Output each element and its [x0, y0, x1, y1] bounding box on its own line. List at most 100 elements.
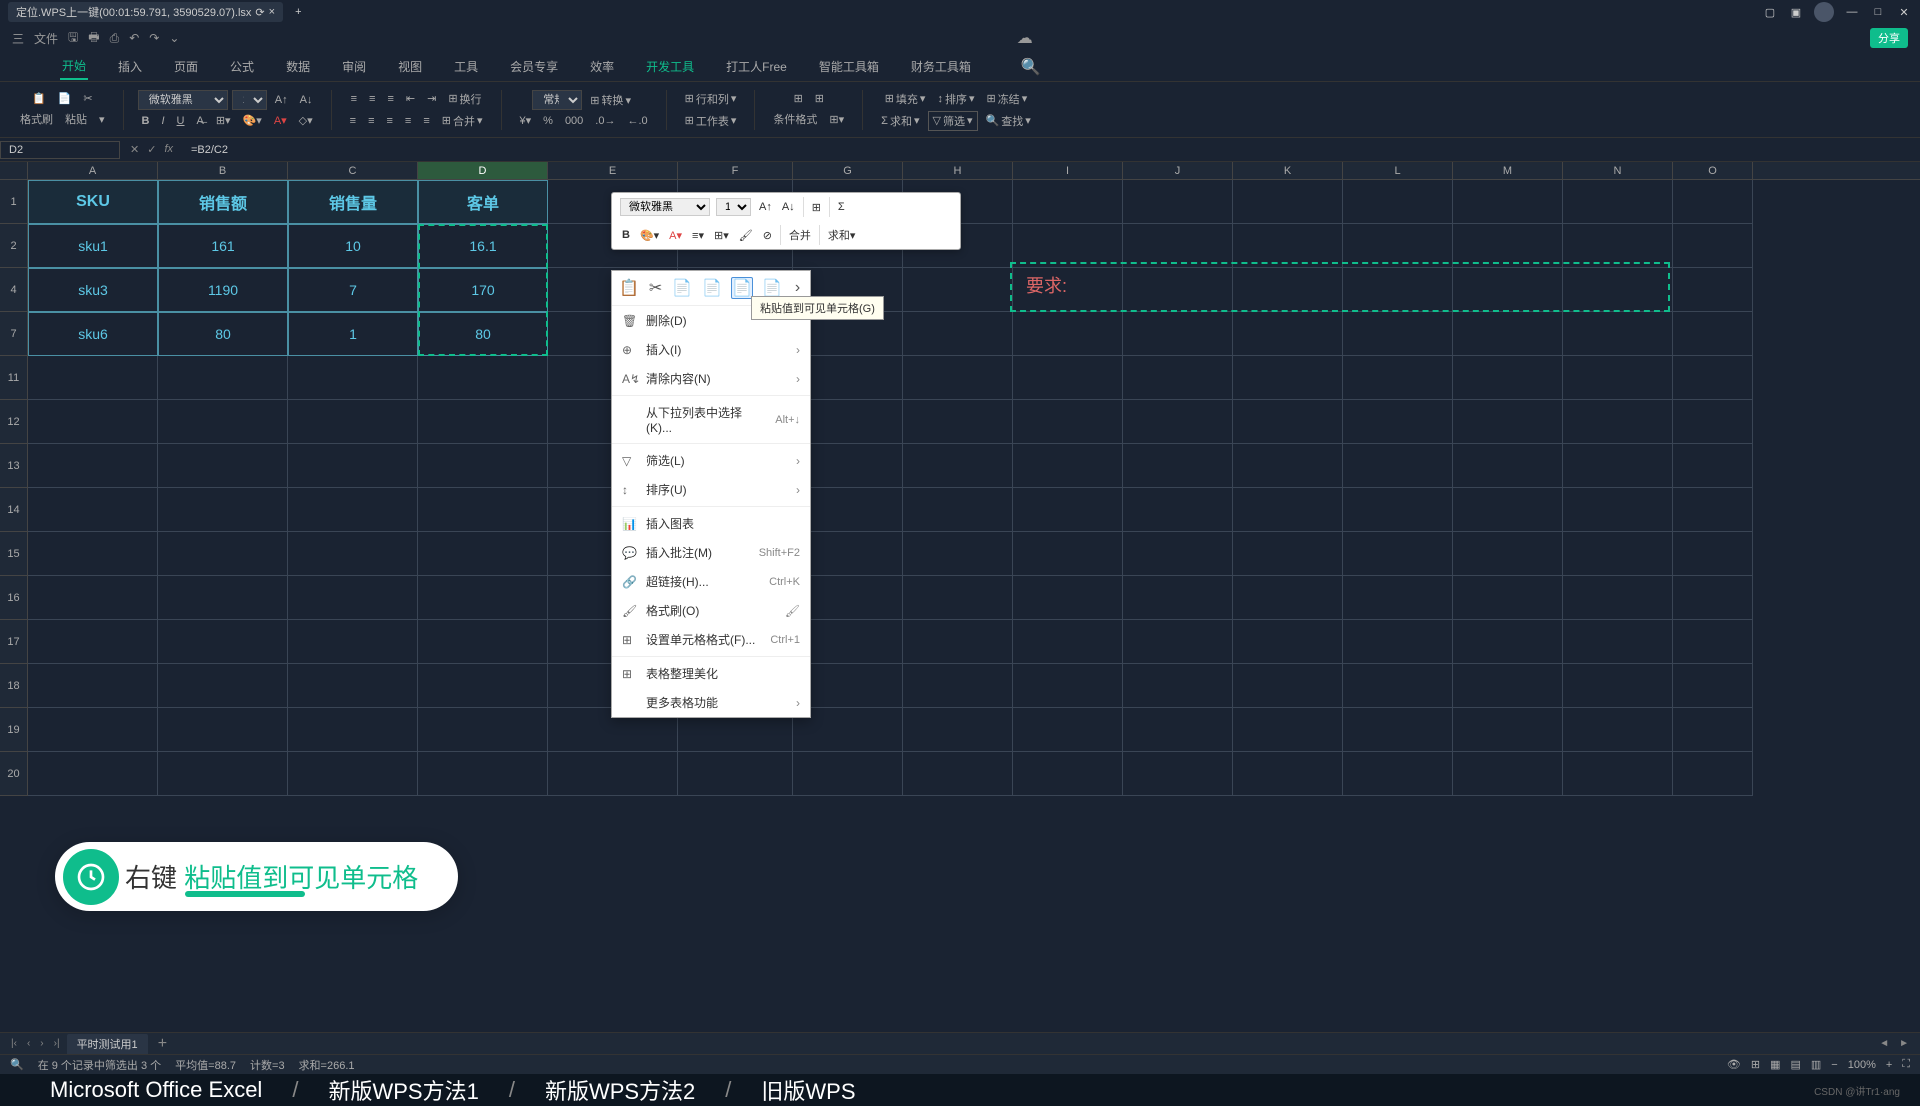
name-box[interactable] [0, 141, 120, 159]
copy-icon[interactable]: 📋 [28, 90, 50, 107]
col-header-E[interactable]: E [548, 162, 678, 179]
status-filter-icon[interactable]: 🔍 [10, 1058, 24, 1071]
ribbon-tab-data[interactable]: 数据 [284, 54, 312, 79]
font-size-select[interactable]: 16 [232, 90, 267, 110]
hscroll-right-icon[interactable]: ► [1896, 1038, 1912, 1049]
cell-D1[interactable]: 客单 [418, 180, 548, 224]
zoom-out-button[interactable]: − [1831, 1059, 1837, 1071]
ribbon-search-icon[interactable]: 🔍 [1021, 57, 1041, 77]
find-button[interactable]: 🔍 查找▾ [982, 111, 1035, 131]
cell-D4[interactable]: 170 [418, 268, 548, 312]
col-header-O[interactable]: O [1673, 162, 1753, 179]
ctx-hyperlink[interactable]: 🔗超链接(H)...Ctrl+K [612, 567, 810, 596]
mini-fill-color-icon[interactable]: 🎨▾ [638, 227, 661, 244]
save-icon[interactable]: 🖫 [68, 28, 78, 49]
minimize-button[interactable]: — [1844, 4, 1860, 20]
sheet-nav-next-icon[interactable]: › [37, 1038, 46, 1049]
menu-icon[interactable]: 三 [12, 30, 24, 47]
worksheet-button[interactable]: ⊞ 工作表▾ [681, 111, 741, 131]
ribbon-tab-efficiency[interactable]: 效率 [588, 54, 616, 79]
filter-button[interactable]: ▽ 筛选▾ [928, 111, 978, 131]
fullscreen-icon[interactable]: ⛶ [1902, 1058, 1910, 1071]
row-header-15[interactable]: 15 [0, 532, 28, 576]
col-header-I[interactable]: I [1013, 162, 1123, 179]
maximize-button[interactable]: □ [1870, 4, 1886, 20]
cell-B7[interactable]: 80 [158, 312, 288, 356]
row-header-1[interactable]: 1 [0, 180, 28, 224]
decrease-decimal-icon[interactable]: ←.0 [623, 113, 651, 129]
ctx-more-table[interactable]: 更多表格功能› [612, 688, 810, 717]
painter-action-icon[interactable]: 🖌 [785, 604, 800, 618]
row-header-2[interactable]: 2 [0, 224, 28, 268]
rows-cols-button[interactable]: ⊞ 行和列▾ [681, 89, 741, 109]
mini-sum-icon[interactable]: Σ [836, 199, 847, 215]
cell-B4[interactable]: 1190 [158, 268, 288, 312]
cell-C1[interactable]: 销售量 [288, 180, 418, 224]
mini-font-color-icon[interactable]: A▾ [667, 227, 684, 244]
sort-button[interactable]: ↕ 排序▾ [933, 89, 978, 109]
cell-C2[interactable]: 10 [288, 224, 418, 268]
align-right-icon[interactable]: ≡ [383, 113, 397, 129]
ribbon-tab-smart[interactable]: 智能工具箱 [817, 54, 881, 79]
spreadsheet-grid[interactable]: A B C D E F G H I J K L M N O 1 SKU 销售额 … [0, 162, 1920, 1032]
paste-icon[interactable]: 📄 [54, 90, 76, 107]
strikethrough-icon[interactable]: A̶ [193, 113, 208, 129]
mini-merge-icon[interactable]: ⊞ [810, 199, 823, 216]
fx-icon[interactable]: fx [164, 143, 173, 156]
sheet-tab-active[interactable]: 平时测试用1 [67, 1034, 148, 1054]
cancel-formula-icon[interactable]: ✕ [130, 143, 139, 156]
col-header-N[interactable]: N [1563, 162, 1673, 179]
view-normal-icon[interactable]: ▦ [1770, 1058, 1780, 1071]
clipboard-dropdown-icon[interactable]: ▾ [95, 111, 109, 128]
cell-L1[interactable] [1343, 180, 1453, 224]
cell-A2[interactable]: sku1 [28, 224, 158, 268]
col-header-L[interactable]: L [1343, 162, 1453, 179]
align-middle-icon[interactable]: ≡ [365, 91, 379, 107]
print-preview-icon[interactable]: ⎙ [110, 31, 120, 46]
close-window-button[interactable]: ✕ [1896, 4, 1912, 20]
print-icon[interactable]: 🖶 [88, 28, 99, 49]
ribbon-tab-developer[interactable]: 开发工具 [644, 54, 696, 79]
cell-K1[interactable] [1233, 180, 1343, 224]
cloud-icon[interactable]: ☁ [1017, 28, 1033, 48]
cell-M1[interactable] [1453, 180, 1563, 224]
user-avatar[interactable] [1814, 2, 1834, 22]
ctx-beautify-table[interactable]: ⊞表格整理美化 [612, 659, 810, 688]
ctx-insert-comment[interactable]: 💬插入批注(M)Shift+F2 [612, 538, 810, 567]
new-tab-button[interactable]: + [287, 6, 309, 18]
ctx-paste-icon[interactable]: 📄 [671, 277, 693, 299]
row-header-11[interactable]: 11 [0, 356, 28, 400]
tab-refresh-icon[interactable]: ⟳ [255, 6, 264, 19]
hscroll-left-icon[interactable]: ◄ [1876, 1038, 1892, 1049]
cell-O1[interactable] [1673, 180, 1753, 224]
fill-button[interactable]: ⊞ 填充▾ [881, 89, 930, 109]
col-header-D[interactable]: D [418, 162, 548, 179]
mini-sum-button[interactable]: 求和▾ [826, 225, 858, 245]
ribbon-tab-finance[interactable]: 财务工具箱 [909, 54, 973, 79]
increase-decimal-icon[interactable]: .0→ [591, 113, 619, 129]
mini-font-size-select[interactable]: 16 [716, 198, 751, 216]
merge-button[interactable]: ⊞ 合并▾ [438, 111, 487, 131]
table-style-icon[interactable]: ⊞ [811, 90, 828, 107]
ribbon-tab-page[interactable]: 页面 [172, 54, 200, 79]
share-button[interactable]: 分享 [1870, 28, 1908, 48]
wrap-text-button[interactable]: ⊞ 换行 [444, 89, 485, 109]
mini-merge-button[interactable]: 合并 [787, 225, 813, 245]
percent-icon[interactable]: % [539, 113, 557, 129]
ribbon-tab-member[interactable]: 会员专享 [508, 54, 560, 79]
mini-format-painter-icon[interactable]: 🖌 [737, 227, 755, 244]
add-sheet-button[interactable]: + [152, 1035, 173, 1053]
col-header-M[interactable]: M [1453, 162, 1563, 179]
close-tab-icon[interactable]: × [269, 6, 275, 18]
view-eye-icon[interactable]: 👁 [1727, 1058, 1741, 1071]
row-header-18[interactable]: 18 [0, 664, 28, 708]
col-header-K[interactable]: K [1233, 162, 1343, 179]
justify-icon[interactable]: ≡ [401, 113, 415, 129]
ribbon-tab-worker[interactable]: 打工人Free [724, 54, 789, 79]
formula-input[interactable] [183, 142, 1920, 158]
mini-clear-icon[interactable]: ⊘ [761, 227, 774, 244]
ribbon-tab-view[interactable]: 视图 [396, 54, 424, 79]
cell-N1[interactable] [1563, 180, 1673, 224]
bold-icon[interactable]: B [138, 113, 154, 129]
cell-B1[interactable]: 销售额 [158, 180, 288, 224]
